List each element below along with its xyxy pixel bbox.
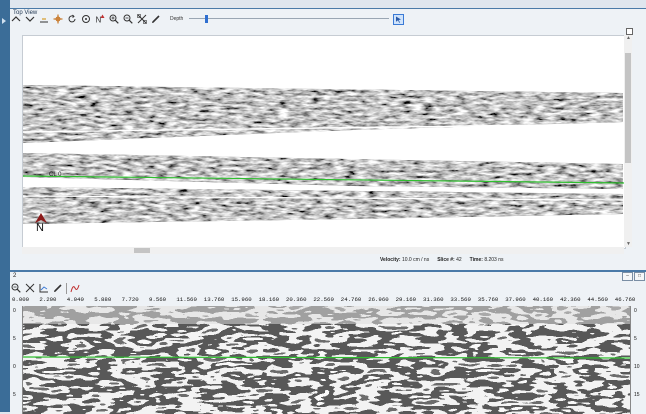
zoom-in-icon[interactable]: [108, 14, 119, 25]
horizontal-scroll-thumb[interactable]: [134, 248, 150, 253]
cursor-icon: [396, 16, 402, 23]
baseline-icon[interactable]: [38, 14, 49, 25]
radargram-image: [23, 306, 631, 414]
radargram-canvas[interactable]: [22, 306, 631, 414]
x-tick-label: 37.960: [505, 296, 526, 303]
y-tick-label: 15: [634, 392, 640, 398]
minimize-button[interactable]: –: [622, 272, 633, 281]
depth-settings-button[interactable]: [393, 13, 405, 25]
trace-icon[interactable]: [66, 282, 80, 294]
fit-icon[interactable]: [136, 14, 147, 25]
expand-arrow-icon[interactable]: [2, 18, 6, 24]
marker-label: CL 0: [49, 172, 62, 178]
chevron-up-icon[interactable]: [10, 14, 21, 25]
y-tick-label: 0: [634, 308, 637, 314]
depth-slider-thumb[interactable]: [205, 15, 209, 23]
pencil-icon[interactable]: [150, 14, 161, 25]
y-tick-label: 5: [13, 336, 16, 342]
x-tick-label: 15.960: [231, 296, 252, 303]
profile-x-axis: 0.000 2.200 4.040 5.880 7.720 9.560 11.560 13.7…: [10, 296, 646, 305]
x-tick-label: 5.880: [94, 296, 112, 303]
x-tick-label: 33.560: [450, 296, 471, 303]
depth-slider[interactable]: [189, 15, 390, 23]
profile-y-axis-right: 0 5 10 15: [630, 306, 646, 414]
rotate-icon[interactable]: [66, 14, 77, 25]
profile-view-pane: 2 – □ 0.000 2.200 4.040 5.880 7.720 9.560 11.5…: [10, 270, 646, 414]
vertical-scroll-thumb[interactable]: [625, 53, 631, 163]
panel-checkbox[interactable]: [626, 28, 633, 35]
time-readout: Time: 8.203 ns: [469, 256, 504, 263]
x-tick-label: 4.040: [66, 296, 84, 303]
y-tick-label: 0: [13, 308, 16, 314]
scroll-up-icon[interactable]: ▲: [626, 35, 631, 41]
top-view-horizontal-scrollbar[interactable]: [22, 247, 624, 254]
profile-y-axis-left: 0 5 0 5: [10, 306, 22, 414]
profile-toolbar: [10, 282, 83, 294]
x-tick-label: 18.160: [258, 296, 280, 303]
y-tick-label: 0: [13, 364, 16, 370]
x-tick-label: 7.720: [121, 296, 139, 303]
north-label: N: [36, 222, 44, 234]
y-tick-label: 5: [13, 392, 16, 398]
depth-slider-track: [189, 18, 390, 19]
x-tick-label: 13.760: [203, 296, 225, 303]
top-view-vertical-scrollbar[interactable]: ▲ ▼: [624, 35, 632, 247]
x-tick-label: 11.560: [176, 296, 197, 303]
move-icon[interactable]: [52, 14, 63, 25]
velocity-readout: Velocity: 10.0 cm / ns: [380, 256, 430, 263]
chevron-down-icon[interactable]: [24, 14, 35, 25]
profile-view-title: 2: [13, 273, 17, 279]
x-tick-label: 35.760: [477, 296, 499, 303]
x-tick-label: 26.960: [368, 296, 389, 303]
y-tick-label: 10: [634, 364, 640, 370]
north-arrow: N: [34, 212, 48, 236]
fit-icon[interactable]: [24, 283, 35, 294]
svg-text:N: N: [95, 16, 101, 25]
left-dock-bar[interactable]: [0, 0, 10, 412]
x-tick-label: 31.360: [423, 296, 444, 303]
zoom-out-icon[interactable]: [10, 283, 21, 294]
x-tick-label: 40.160: [532, 296, 554, 303]
top-view-canvas[interactable]: CL 0: [22, 35, 626, 249]
top-view-status-bar: Velocity: 10.0 cm / ns Slice #: 42 Time:…: [380, 255, 636, 264]
depth-label: Depth: [170, 16, 184, 22]
window-buttons: – □: [622, 272, 645, 281]
scroll-down-icon[interactable]: ▼: [626, 241, 631, 247]
x-tick-label: 42.360: [560, 296, 581, 303]
restore-button[interactable]: □: [634, 272, 645, 281]
x-tick-label: 0.000: [12, 296, 30, 303]
zoom-out-icon[interactable]: [122, 14, 133, 25]
x-tick-label: 9.560: [149, 296, 167, 303]
gpr-top-slice-image: CL 0: [23, 36, 625, 248]
x-tick-label: 20.360: [286, 296, 307, 303]
top-view-toolbar: N Depth: [10, 12, 626, 26]
slice-readout: Slice #: 42: [437, 256, 462, 263]
x-tick-label: 29.160: [395, 296, 417, 303]
x-tick-label: 24.760: [340, 296, 362, 303]
north-icon[interactable]: N: [94, 14, 105, 25]
chart-icon[interactable]: [38, 283, 49, 294]
rotate-ccw-icon[interactable]: [80, 14, 91, 25]
x-tick-label: 22.560: [313, 296, 334, 303]
x-tick-label: 46.760: [614, 296, 636, 303]
pencil-icon[interactable]: [52, 283, 63, 294]
x-tick-label: 2.200: [39, 296, 57, 303]
x-tick-label: 44.560: [587, 296, 608, 303]
y-tick-label: 5: [634, 336, 637, 342]
